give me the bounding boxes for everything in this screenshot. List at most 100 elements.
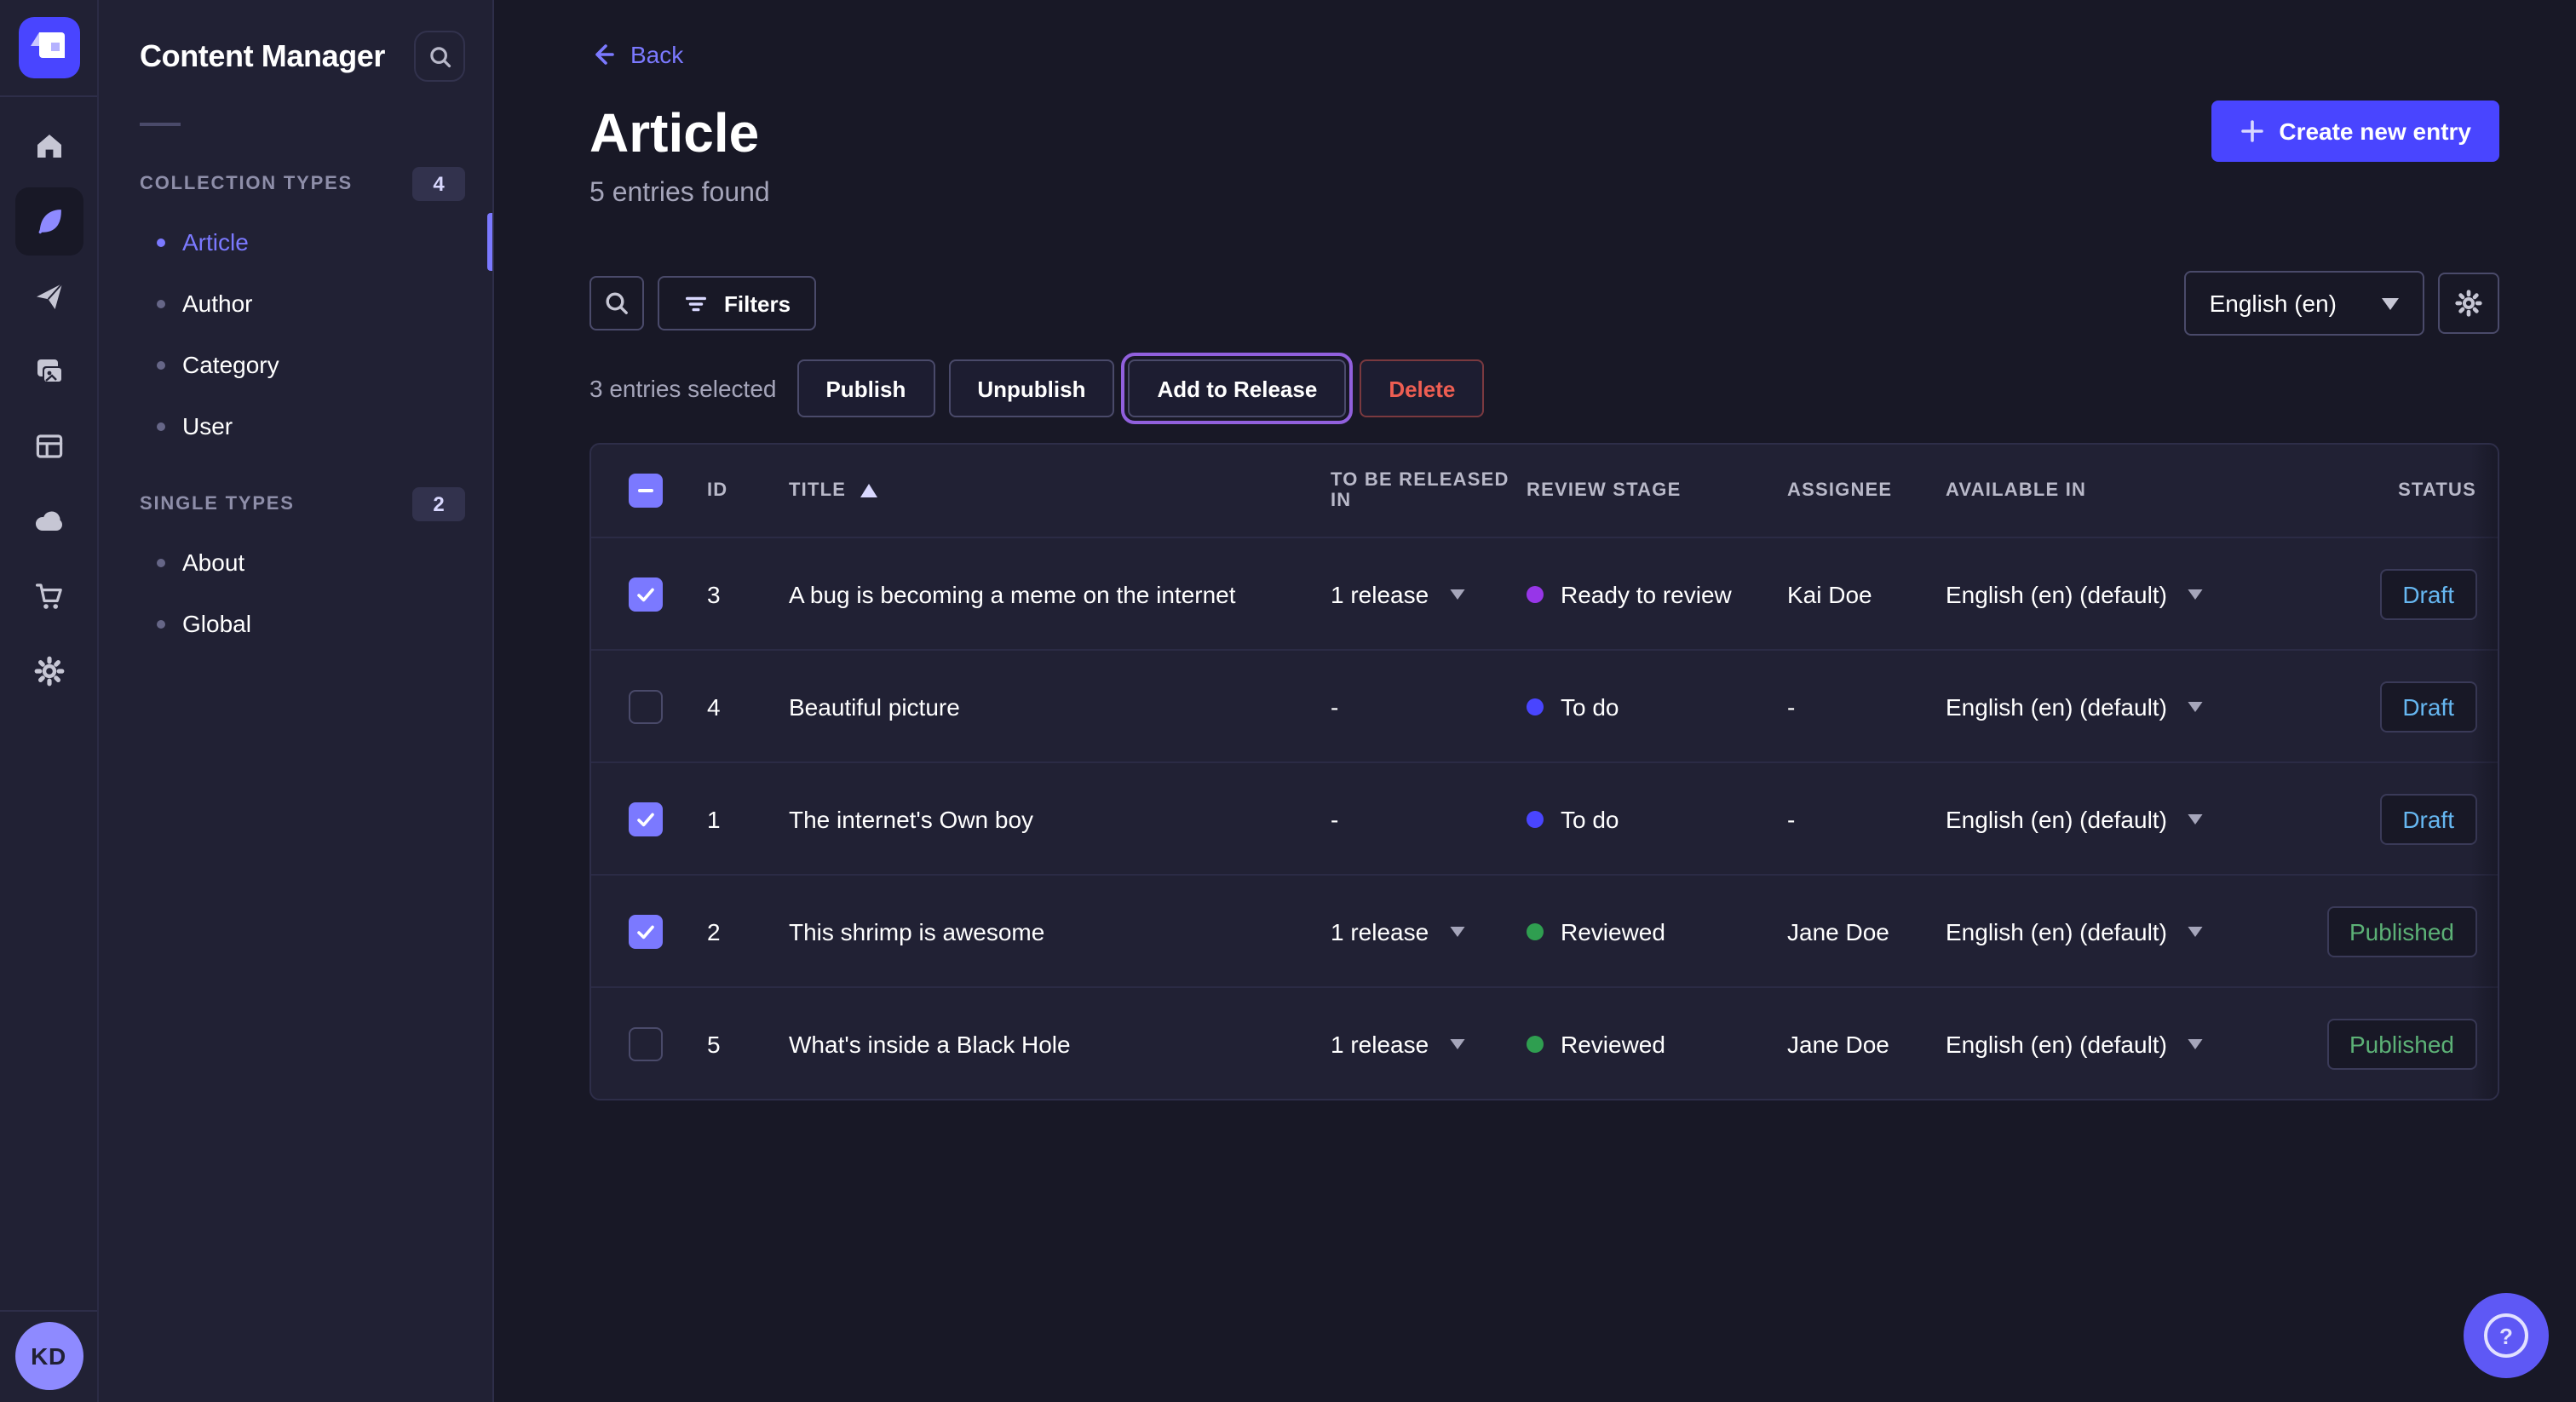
cell-title: This shrimp is awesome	[789, 917, 1331, 945]
sidebar-divider	[140, 123, 181, 126]
table-row[interactable]: 1 The internet's Own boy - To do - Engli…	[591, 761, 2497, 874]
col-header-id[interactable]: ID	[707, 480, 789, 501]
cell-id: 3	[707, 580, 789, 607]
content-manager-feather-icon[interactable]	[14, 187, 83, 256]
col-header-release[interactable]: TO BE RELEASED IN	[1331, 470, 1527, 511]
sidebar-search-button[interactable]	[414, 31, 465, 82]
section-label: COLLECTION TYPES	[140, 174, 353, 194]
review-stage-dot	[1527, 585, 1544, 602]
publish-button[interactable]: Publish	[796, 359, 934, 417]
cell-review-stage: To do	[1527, 805, 1787, 832]
chevron-down-icon[interactable]	[2188, 1038, 2203, 1049]
help-button[interactable]: ?	[2464, 1293, 2549, 1378]
cell-title: Beautiful picture	[789, 692, 1331, 720]
bullet-icon	[157, 360, 165, 369]
sidebar-item-article[interactable]: Article	[99, 211, 492, 273]
table-row[interactable]: 3 A bug is becoming a meme on the intern…	[591, 537, 2497, 649]
chevron-down-icon	[2381, 297, 2398, 309]
content-type-builder-icon[interactable]	[14, 412, 83, 480]
avatar[interactable]: KD	[14, 1322, 83, 1390]
selection-count-text: 3 entries selected	[589, 375, 776, 402]
row-checkbox[interactable]	[629, 802, 663, 836]
locale-select[interactable]: English (en)	[2184, 271, 2424, 336]
table-search-button[interactable]	[589, 276, 644, 330]
cell-release: 1 release	[1331, 580, 1527, 607]
status-badge: Draft	[2380, 793, 2476, 844]
cell-review-stage: To do	[1527, 692, 1787, 720]
cloud-icon[interactable]	[14, 487, 83, 555]
review-stage-dot	[1527, 922, 1544, 939]
cell-release: -	[1331, 805, 1527, 832]
releases-send-icon[interactable]	[14, 262, 83, 330]
section-count-badge: 4	[412, 167, 465, 201]
cell-available-in: English (en) (default)	[1946, 1030, 2327, 1057]
col-header-available-in[interactable]: AVAILABLE IN	[1946, 480, 2327, 501]
chevron-down-icon[interactable]	[1449, 926, 1464, 936]
status-badge: Published	[2327, 1018, 2476, 1069]
cell-id: 1	[707, 805, 789, 832]
sidebar-item-category[interactable]: Category	[99, 334, 492, 395]
media-library-icon[interactable]	[14, 337, 83, 405]
sidebar-item-user[interactable]: User	[99, 395, 492, 457]
cell-title: The internet's Own boy	[789, 805, 1331, 832]
single-types-section: SINGLE TYPES 2 About Global	[99, 487, 492, 654]
main-nav-rail: KD	[0, 0, 99, 1402]
cell-title: What's inside a Black Hole	[789, 1030, 1331, 1057]
create-new-entry-button[interactable]: Create new entry	[2211, 101, 2498, 162]
strapi-logo[interactable]	[18, 17, 79, 78]
view-settings-button[interactable]	[2437, 273, 2498, 334]
cell-release: 1 release	[1331, 917, 1527, 945]
rail-bottom: KD	[0, 1310, 97, 1402]
unpublish-button[interactable]: Unpublish	[948, 359, 1114, 417]
bullet-icon	[157, 238, 165, 246]
sort-asc-icon	[860, 484, 877, 497]
chevron-down-icon[interactable]	[1449, 589, 1464, 599]
chevron-down-icon[interactable]	[2188, 813, 2203, 824]
review-stage-dot	[1527, 810, 1544, 827]
cell-release: 1 release	[1331, 1030, 1527, 1057]
cell-id: 5	[707, 1030, 789, 1057]
row-checkbox[interactable]	[629, 914, 663, 948]
settings-gear-icon[interactable]	[14, 637, 83, 705]
delete-button[interactable]: Delete	[1360, 359, 1484, 417]
cell-id: 2	[707, 917, 789, 945]
back-link[interactable]: Back	[589, 41, 683, 68]
cell-review-stage: Reviewed	[1527, 1030, 1787, 1057]
add-to-release-button[interactable]: Add to Release	[1128, 359, 1346, 417]
cell-assignee: Jane Doe	[1787, 917, 1946, 945]
plus-icon	[2238, 118, 2265, 145]
home-icon[interactable]	[14, 112, 83, 181]
row-checkbox[interactable]	[629, 1026, 663, 1060]
row-checkbox[interactable]	[629, 577, 663, 611]
sidebar-item-global[interactable]: Global	[99, 593, 492, 654]
chevron-down-icon[interactable]	[1449, 1038, 1464, 1049]
marketplace-cart-icon[interactable]	[14, 562, 83, 630]
row-checkbox[interactable]	[629, 689, 663, 723]
sidebar-item-author[interactable]: Author	[99, 273, 492, 334]
collection-types-section: COLLECTION TYPES 4 Article Author Catego…	[99, 167, 492, 457]
cell-assignee: Kai Doe	[1787, 580, 1946, 607]
table-header-row: ID TITLE TO BE RELEASED IN REVIEW STAGE …	[591, 445, 2497, 537]
filters-button[interactable]: Filters	[658, 276, 816, 330]
table-row[interactable]: 2 This shrimp is awesome 1 release Revie…	[591, 874, 2497, 986]
col-header-title[interactable]: TITLE	[789, 480, 1331, 501]
question-mark-icon: ?	[2484, 1313, 2528, 1358]
chevron-down-icon[interactable]	[2188, 926, 2203, 936]
cell-assignee: -	[1787, 805, 1946, 832]
sidebar-item-label: Article	[182, 228, 249, 256]
select-all-checkbox[interactable]	[629, 474, 663, 508]
sidebar-item-about[interactable]: About	[99, 531, 492, 593]
table-row[interactable]: 5 What's inside a Black Hole 1 release R…	[591, 986, 2497, 1099]
sidebar-item-label: User	[182, 412, 233, 440]
cell-review-stage: Reviewed	[1527, 917, 1787, 945]
chevron-down-icon[interactable]	[2188, 589, 2203, 599]
table-row[interactable]: 4 Beautiful picture - To do - English (e…	[591, 649, 2497, 761]
cell-available-in: English (en) (default)	[1946, 580, 2327, 607]
chevron-down-icon[interactable]	[2188, 701, 2203, 711]
col-header-status[interactable]: STATUS	[2327, 480, 2497, 501]
col-header-review-stage[interactable]: REVIEW STAGE	[1527, 480, 1787, 501]
col-header-assignee[interactable]: ASSIGNEE	[1787, 480, 1946, 501]
cell-assignee: Jane Doe	[1787, 1030, 1946, 1057]
arrow-left-icon	[589, 41, 617, 68]
app-window: KD Content Manager COLLECTION TYPES 4 Ar…	[0, 0, 2576, 1402]
